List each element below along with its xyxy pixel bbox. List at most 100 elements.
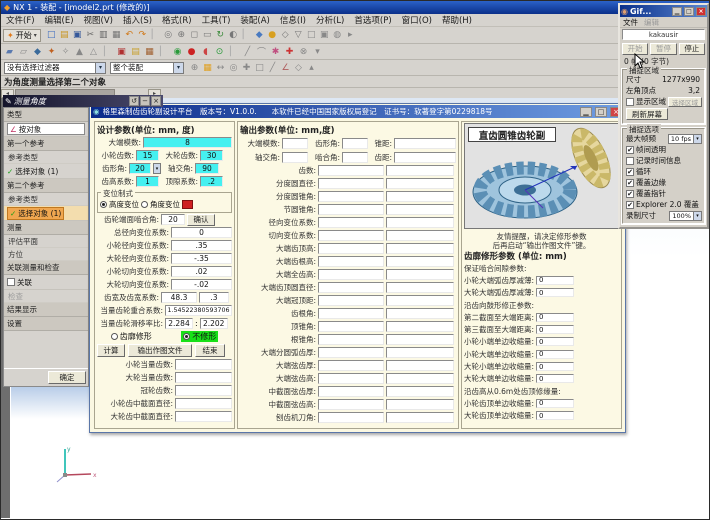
menu-item[interactable]: 窗口(O) (397, 14, 437, 26)
gear-output-field[interactable] (386, 191, 454, 202)
pinion-output-field[interactable] (318, 256, 384, 267)
toolbar-icon[interactable]: ◻ (188, 29, 201, 42)
gear-teeth-input[interactable]: 30 (200, 150, 223, 161)
select-region-button[interactable]: 选择区域 (668, 97, 702, 107)
menu-item[interactable]: 工具(T) (197, 14, 236, 26)
menu-item[interactable]: 装配(A) (235, 14, 274, 26)
angle-shift-radio[interactable] (141, 201, 148, 208)
end-button[interactable]: 结束 (195, 344, 225, 357)
minimize-icon[interactable]: ▁ (580, 107, 592, 117)
toolbar-icon[interactable]: ◉ (171, 45, 184, 58)
pinion-output-field[interactable] (318, 204, 384, 215)
toolbar-icon[interactable]: ▤ (129, 45, 142, 58)
toolbar-icon[interactable]: ▴ (305, 61, 318, 74)
close-icon[interactable]: × (151, 96, 161, 106)
pinion-output-field[interactable] (318, 165, 384, 176)
pinion-output-field[interactable] (318, 386, 384, 397)
toolbar-icon[interactable]: ⌒ (255, 45, 268, 58)
toolbar-icon[interactable]: ▭ (201, 29, 214, 42)
gear-output-field[interactable] (386, 282, 454, 293)
pinion-output-field[interactable] (318, 308, 384, 319)
gear-output-field[interactable] (386, 347, 454, 358)
slide-ratio1-input[interactable]: 2.284 (165, 318, 193, 329)
pinion-output-field[interactable] (318, 191, 384, 202)
toolbar-icon[interactable]: ▸ (344, 29, 357, 42)
pinion-output-field[interactable] (318, 360, 384, 371)
start-button[interactable]: ✦ 开始 ▾ (3, 29, 41, 42)
shaft-angle-input[interactable]: 90 (195, 163, 219, 174)
toolbar-icon[interactable]: ⊕ (188, 61, 201, 74)
gear-output-field[interactable] (386, 256, 454, 267)
measure-type-combo[interactable]: ∠ 按对象 (7, 123, 85, 135)
measure-panel-titlebar[interactable]: ✎ 测量角度 ↺ − × (3, 95, 163, 107)
associate-checkbox[interactable] (7, 278, 15, 286)
gear-output-field[interactable] (386, 321, 454, 332)
modification-input[interactable]: 0 (536, 337, 574, 346)
pinion-output-field[interactable] (318, 373, 384, 384)
toolbar-icon[interactable]: ⊙ (213, 45, 226, 58)
toolbar-icon[interactable]: ◇ (292, 61, 305, 74)
toolbar-icon[interactable]: ✚ (283, 45, 296, 58)
toolbar-icon[interactable]: ▲ (73, 45, 86, 58)
pinion-output-field[interactable] (318, 412, 384, 423)
clearance-coef-input[interactable]: .2 (200, 176, 223, 187)
toolbar-icon[interactable]: ↻ (214, 29, 227, 42)
gear-output-field[interactable] (386, 295, 454, 306)
toolbar-icon[interactable]: ✂ (84, 29, 97, 42)
modification-input[interactable]: 0 (536, 350, 574, 359)
pinion-output-field[interactable] (318, 334, 384, 345)
modification-input[interactable]: 0 (536, 399, 574, 408)
minimize-icon[interactable]: − (140, 96, 150, 106)
toolbar-icon[interactable]: ◆ (31, 45, 44, 58)
toolbar-icon[interactable]: ↶ (123, 29, 136, 42)
toolbar-icon[interactable]: ↔ (214, 61, 227, 74)
ok-button[interactable]: 确定 (48, 371, 86, 384)
section-results[interactable]: 结果显示 (4, 303, 88, 317)
param-input[interactable] (175, 385, 232, 396)
option-checkbox[interactable]: ✔ (626, 168, 634, 176)
pressure-angle-input[interactable]: 20 (129, 163, 151, 174)
chevron-down-icon[interactable]: ▾ (693, 135, 701, 143)
toolbar-icon[interactable]: ✦ (45, 45, 58, 58)
chevron-down-icon[interactable]: ▾ (95, 63, 105, 73)
confirm-button[interactable]: 确认 (187, 214, 215, 226)
toolbar-icon[interactable]: ● (185, 45, 198, 58)
gear-output-field[interactable] (386, 204, 454, 215)
gear-output-field[interactable] (386, 399, 454, 410)
toolbar-icon[interactable]: ▦ (201, 61, 214, 74)
modification-input[interactable]: 0 (536, 411, 574, 420)
dialog-titlebar[interactable]: ◉ 格里森制齿齿轮副设计平台 版本号：V1.0.0. 本软件已经中国国家版权局登… (91, 105, 624, 118)
toolbar-icon[interactable]: ◎ (227, 61, 240, 74)
pinion-output-field[interactable] (318, 269, 384, 280)
modification-input[interactable]: 0 (536, 288, 574, 297)
pinion-teeth-input[interactable]: 15 (136, 150, 159, 161)
pinion-output-field[interactable] (318, 399, 384, 410)
toolbar-icon[interactable]: ⊗ (297, 45, 310, 58)
ref2-select-object[interactable]: ✓ 选择对象 (1) (4, 206, 88, 221)
menu-item[interactable]: 格式(R) (157, 14, 197, 26)
toolbar-icon[interactable]: ✚ (240, 61, 253, 74)
modification-input[interactable]: 0 (536, 325, 574, 334)
gif-titlebar[interactable]: ◉ Gif... ▁ □ × (620, 5, 707, 17)
maximize-icon[interactable]: □ (595, 107, 607, 117)
output-field[interactable] (282, 138, 308, 149)
param-input[interactable] (175, 411, 232, 422)
param-input[interactable]: -.02 (171, 279, 232, 290)
orientation-item[interactable]: 方位 (4, 248, 88, 261)
option-checkbox[interactable]: ✔ (626, 146, 634, 154)
chevron-down-icon[interactable]: ▾ (153, 163, 161, 174)
calculate-button[interactable]: 计算 (97, 344, 125, 357)
output-field[interactable] (282, 152, 308, 163)
toolbar-icon[interactable]: ✱ (269, 45, 282, 58)
chevron-down-icon[interactable]: ▾ (693, 212, 701, 220)
option-checkbox[interactable]: ✔ (626, 190, 634, 198)
output-field[interactable] (394, 138, 456, 149)
addendum-coef-input[interactable]: 1 (136, 176, 159, 187)
toolbar-icon[interactable]: ▣ (318, 29, 331, 42)
menu-item[interactable]: 插入(S) (118, 14, 157, 26)
profile-mod-radio[interactable] (111, 333, 118, 340)
param-input[interactable]: -.35 (171, 253, 232, 264)
toolbar-icon[interactable]: ▏ (101, 45, 114, 58)
param-input[interactable] (175, 398, 232, 409)
modification-input[interactable]: 0 (536, 374, 574, 383)
